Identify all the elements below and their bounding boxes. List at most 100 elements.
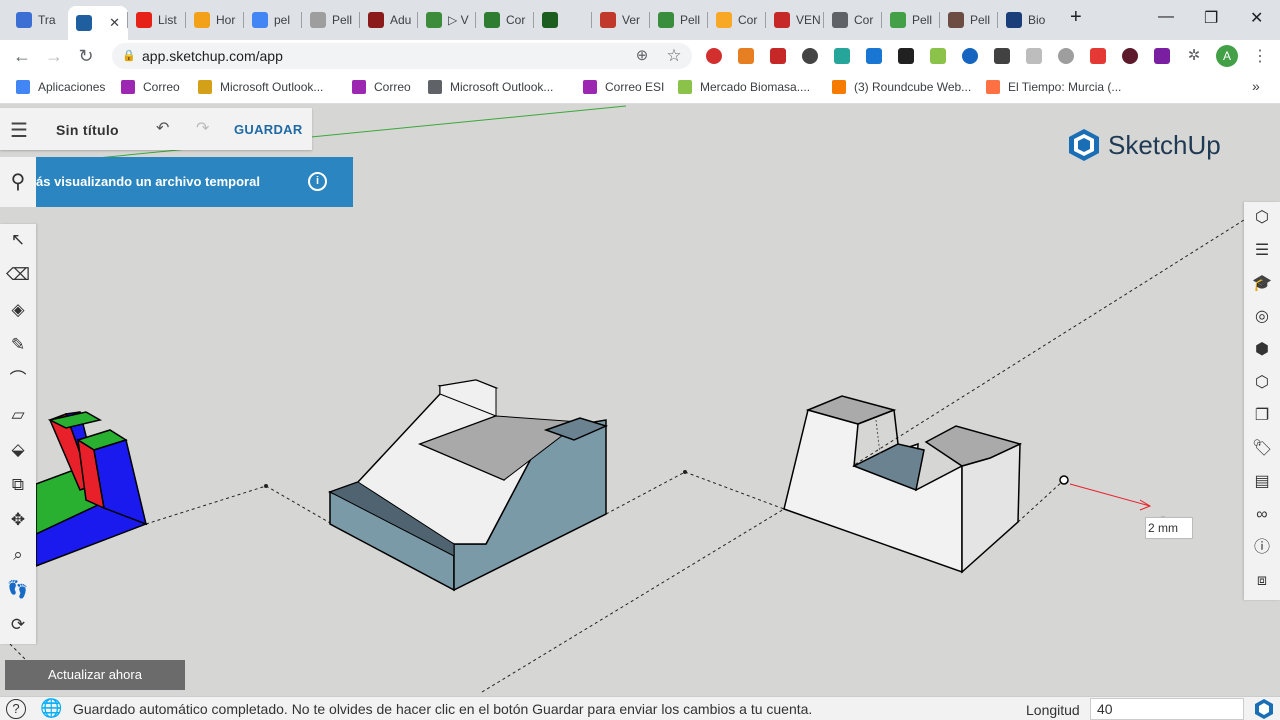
bookmark-item[interactable]: El Tiempo: Murcia (... — [986, 80, 1121, 94]
close-window-icon[interactable]: ✕ — [1250, 8, 1263, 28]
back-arrow-icon[interactable]: ← — [12, 46, 32, 67]
views-icon[interactable]: ∞ — [1250, 503, 1274, 527]
browser-tab[interactable]: Pell — [882, 8, 940, 32]
extension-icon[interactable] — [834, 48, 850, 64]
outliner-icon[interactable]: ☰ — [1250, 239, 1274, 263]
bookmark-item[interactable]: Correo — [352, 80, 411, 94]
add-icon[interactable]: ⊕ — [632, 46, 652, 64]
browser-tab-bar: Tra ✕ List Hor pel Pell Adu ▷ V Cor Ver Pell Cor VEN… — [0, 0, 1280, 40]
browser-tab[interactable]: Adu — [360, 8, 418, 32]
info-icon[interactable]: i — [308, 172, 327, 191]
forward-arrow-icon[interactable]: → — [44, 46, 64, 67]
eraser-icon[interactable]: ⌫ — [6, 263, 30, 287]
pencil-icon[interactable]: ✎ — [6, 333, 30, 357]
restore-icon[interactable]: ❐ — [1204, 8, 1218, 28]
export-icon[interactable]: ⧈ — [1250, 569, 1274, 593]
extension-icon[interactable] — [1154, 48, 1170, 64]
browser-tab[interactable]: Cor — [476, 8, 534, 32]
extension-icon[interactable] — [1122, 48, 1138, 64]
orbit-icon[interactable]: ⟳ — [6, 613, 30, 637]
select-icon[interactable]: ↖ — [6, 228, 30, 252]
profile-avatar[interactable]: A — [1216, 45, 1238, 67]
new-tab-button[interactable]: + — [1070, 6, 1082, 29]
browser-tab[interactable]: Pell — [940, 8, 998, 32]
hamburger-menu-icon[interactable]: ☰ — [10, 118, 28, 143]
bookmark-item[interactable]: Microsoft Outlook... — [198, 80, 323, 94]
url-field[interactable]: 🔒 app.sketchup.com/app — [112, 43, 692, 69]
browser-tab[interactable]: pel — [244, 8, 302, 32]
browser-tab[interactable]: Bio — [998, 8, 1056, 32]
styles-icon[interactable]: ⬡ — [1250, 371, 1274, 395]
bookmark-item[interactable]: Mercado Biomasa.... — [678, 80, 810, 94]
bookmark-item[interactable]: Microsoft Outlook... — [428, 80, 553, 94]
scenes-icon[interactable]: ❐ — [1250, 404, 1274, 428]
extension-icon[interactable] — [802, 48, 818, 64]
rectangle-icon[interactable]: ▱ — [6, 403, 30, 427]
tape-measure-icon[interactable]: ⌕ — [6, 543, 30, 567]
extension-icon[interactable] — [994, 48, 1010, 64]
save-button[interactable]: GUARDAR — [234, 122, 303, 137]
bookmark-star-icon[interactable]: ☆ — [664, 46, 684, 66]
instructor-icon[interactable]: 🎓 — [1250, 272, 1274, 296]
extension-icon[interactable] — [962, 48, 978, 64]
document-title[interactable]: Sin título — [56, 122, 119, 138]
extension-icon[interactable] — [866, 48, 882, 64]
move-icon[interactable]: ✥ — [6, 508, 30, 532]
colored-model — [35, 411, 148, 568]
paint-bucket-icon[interactable]: ◈ — [6, 298, 30, 322]
extension-icon[interactable] — [930, 48, 946, 64]
browser-tab[interactable]: Cor — [824, 8, 882, 32]
bookmark-item[interactable]: Correo — [121, 80, 180, 94]
push-pull-icon[interactable]: ⬙ — [6, 438, 30, 462]
minimize-icon[interactable]: — — [1158, 8, 1174, 26]
undo-icon[interactable]: ↶ — [156, 118, 169, 138]
kebab-menu-icon[interactable]: ⋮ — [1250, 46, 1270, 66]
extension-icon[interactable] — [770, 48, 786, 64]
browser-tab[interactable]: Pell — [302, 8, 360, 32]
materials-icon[interactable]: ⬢ — [1250, 338, 1274, 362]
extension-icon[interactable] — [1026, 48, 1042, 64]
bookmark-item[interactable]: Aplicaciones — [16, 80, 105, 94]
logo-text: SketchUp — [1108, 129, 1221, 160]
browser-tab[interactable]: Ver — [592, 8, 650, 32]
browser-tab[interactable]: ✕ — [68, 6, 128, 40]
bookmark-item[interactable]: (3) Roundcube Web... — [832, 80, 971, 94]
offset-icon[interactable]: ⧉ — [6, 473, 30, 497]
extension-icon[interactable] — [1090, 48, 1106, 64]
browser-tab[interactable]: List — [128, 8, 186, 32]
extension-icon[interactable] — [738, 48, 754, 64]
tag-icon[interactable]: 🏷 — [1250, 437, 1274, 461]
bookmarks-overflow-button[interactable]: » — [1252, 78, 1260, 94]
info-icon[interactable]: ⓘ — [1250, 536, 1274, 560]
extension-icon[interactable] — [706, 48, 722, 64]
puzzle-icon[interactable]: ✲ — [1184, 46, 1204, 64]
entity-info-icon[interactable]: ⬡ — [1250, 206, 1274, 230]
tab-favicon-icon — [832, 12, 848, 28]
search-icon[interactable]: ⚲ — [0, 157, 36, 207]
components-icon[interactable]: ◎ — [1250, 305, 1274, 329]
guide-line — [145, 485, 267, 525]
extension-icon[interactable] — [1058, 48, 1074, 64]
browser-tab[interactable]: ▷ V — [418, 8, 476, 32]
browser-tab[interactable] — [534, 8, 592, 32]
browser-tab[interactable]: Cor — [708, 8, 766, 32]
browser-tab[interactable]: Hor — [186, 8, 244, 32]
browser-tab[interactable]: VEN — [766, 8, 824, 32]
length-input[interactable]: 40 — [1090, 698, 1244, 720]
extension-icon[interactable] — [898, 48, 914, 64]
browser-tab[interactable]: Tra — [8, 8, 66, 32]
bookmark-label: Microsoft Outlook... — [220, 80, 324, 94]
close-tab-icon[interactable]: ✕ — [109, 15, 120, 31]
redo-icon[interactable]: ↷ — [196, 118, 209, 138]
arc-icon[interactable]: ⌒ — [6, 368, 30, 392]
help-icon[interactable]: ? — [6, 699, 26, 719]
tab-label: Pell — [970, 13, 991, 27]
update-now-button[interactable]: Actualizar ahora — [5, 660, 185, 690]
display-icon[interactable]: ▤ — [1250, 470, 1274, 494]
globe-icon[interactable]: 🌐 — [40, 698, 62, 719]
bookmark-favicon-icon — [678, 80, 692, 94]
walk-icon[interactable]: 👣 — [6, 578, 30, 602]
bookmark-item[interactable]: Correo ESI — [583, 80, 664, 94]
browser-tab[interactable]: Pell — [650, 8, 708, 32]
reload-icon[interactable]: ↻ — [76, 46, 96, 67]
